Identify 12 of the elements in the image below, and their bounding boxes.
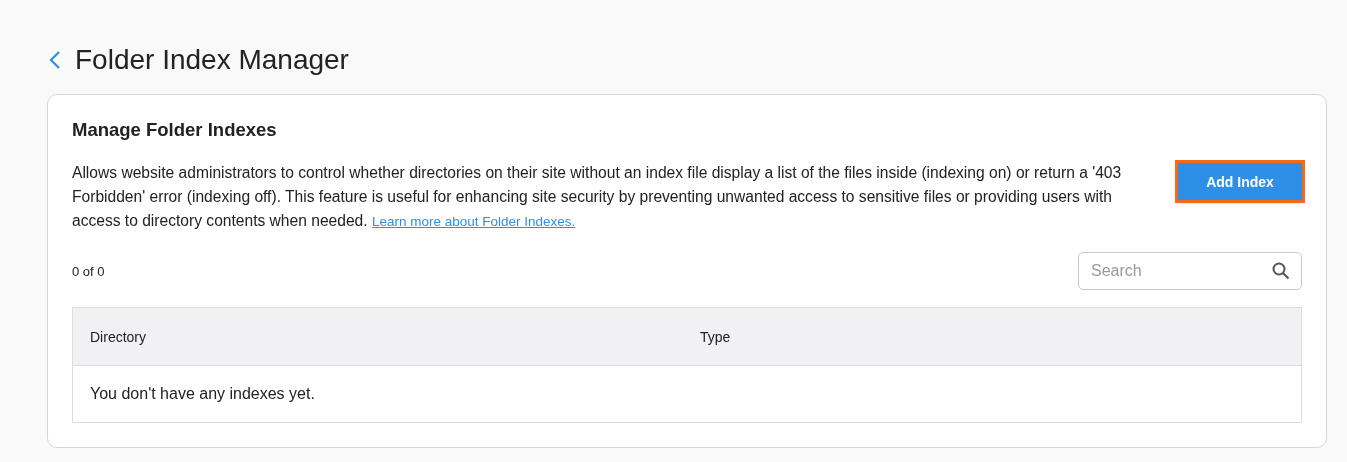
search-icon: [1272, 262, 1290, 280]
back-icon[interactable]: [49, 50, 61, 70]
description-text: Allows website administrators to control whether directories on their site without an index file display a list of the files inside (indexing on) or return a '403 Forbidden' error (indexing off). This feature is useful for enhancing site security by preventing unwanted access to sensitive files or providing users with access to directory contents when needed. Learn more about Folder Indexes.: [72, 163, 1123, 231]
search-field[interactable]: Search: [1078, 252, 1302, 290]
page-title: Folder Index Manager: [75, 44, 349, 76]
column-header: Directory: [89, 328, 147, 345]
add-index-button[interactable]: Add Index: [1178, 163, 1302, 200]
empty-message: You don't have any indexes yet.: [89, 384, 316, 404]
column-header: Type: [699, 328, 731, 345]
learn-more-link[interactable]: Learn more about Folder Indexes.: [371, 214, 576, 229]
card-heading: Manage Folder Indexes: [72, 119, 278, 141]
result-count: 0 of 0: [72, 263, 105, 279]
